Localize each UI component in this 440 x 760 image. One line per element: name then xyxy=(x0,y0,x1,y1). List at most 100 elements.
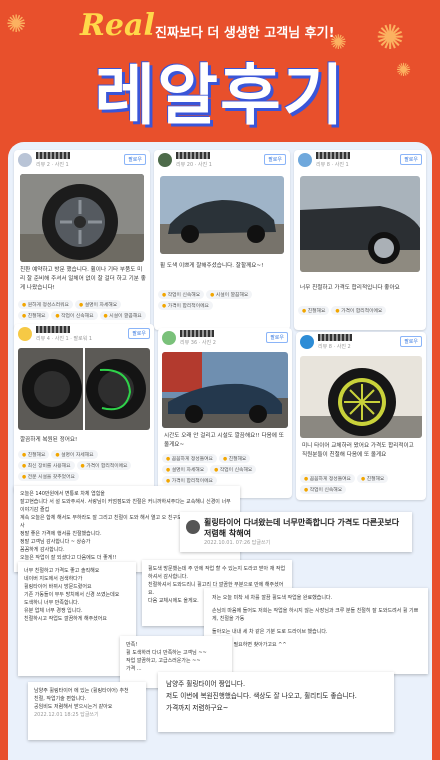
review-text: 휠 도색 이쁘게 잘해주셨습니다. 잘할께요~! xyxy=(160,263,264,269)
review-text: 너무 친절하고 가격도 합리적입니다 좋아요 xyxy=(300,285,400,291)
comment-date: 2022.10.01. 07:26 답글쓰기 xyxy=(204,540,271,546)
review-tag: ● 작업이 신속해요 xyxy=(210,465,257,474)
avatar xyxy=(162,331,176,345)
review-tag: ● 작업이 신속해요 xyxy=(158,290,205,299)
review-photo xyxy=(300,176,420,272)
review-card[interactable]: 리뷰 8 · 사진 2 팔로우 미니 타이어 교체하러 왔어요 가격도 합리적이… xyxy=(296,332,426,500)
real-wordmark: Real xyxy=(80,8,155,43)
follow-button[interactable]: 팔로우 xyxy=(128,328,150,339)
car-image xyxy=(162,352,288,428)
tire-image xyxy=(18,348,150,430)
review-tags: ● 작업이 신속해요 ● 시설이 깔끔해요 ● 가격이 합리적이에요 xyxy=(158,290,288,310)
review-tag: ● 작업이 신속해요 xyxy=(300,485,347,494)
note-line: 작업 깔끔하고, 고급스러운가는 ~~ xyxy=(126,658,201,664)
note-date: 2022.12.01 18:25 답글쓰기 xyxy=(34,712,99,718)
follow-button[interactable]: 팔로우 xyxy=(266,332,288,343)
note-line: 너무 친절하고 가격도 좋고 솔직해요 xyxy=(24,568,100,574)
tire-image xyxy=(20,174,144,262)
note-line: 네이버 지도에서 검색하다가 xyxy=(24,576,83,582)
review-meta: 리뷰 36 · 사진 2 xyxy=(180,340,216,346)
review-tags: ● 원하게 정성스러워요 ● 설명이 자세해요 ● 친절해요 ● 작업이 신속해… xyxy=(18,300,148,320)
review-note: 남양주 휠링타이어 에 있는 (휠링타이어) 추천 친절, 작업기술 편합니다.… xyxy=(28,682,146,740)
avatar xyxy=(158,153,172,167)
avatar xyxy=(298,153,312,167)
note-line: 다음에 또 필요하면 찾아가고요 ^^ xyxy=(212,642,287,648)
review-tag: ● 설명이 자세해요 xyxy=(74,300,122,309)
note-line: 유분 업체 너무 경쟁 입니다. xyxy=(24,608,83,614)
page-title: 레알후기 xyxy=(94,57,346,134)
follow-button[interactable]: 팔로우 xyxy=(400,336,422,347)
note-line: 도색하니 너무 만족합니다. xyxy=(24,600,80,606)
review-tags: ● 꼼꼼하게 정성들여요 ● 친절해요 ● 설명이 자세해요 ● 작업이 신속해… xyxy=(162,454,290,485)
review-card[interactable]: 리뷰 36 · 사진 2 팔로우 시간도 오래 안 걸리고 시설도 깔끔해요!!… xyxy=(158,328,292,498)
review-tag: ● 친절해요 xyxy=(218,454,251,463)
review-tag: ● 설명이 자세해요 xyxy=(51,450,98,459)
review-photo xyxy=(162,352,288,428)
review-tag: ● 꼼꼼하게 정성들여요 xyxy=(300,474,355,483)
review-card[interactable]: 리뷰 2 · 사진 1 팔로우 친환 예약하고 방문 했습니다. 휠이나 기타 … xyxy=(14,150,150,330)
review-tag: ● 설명이 자세해요 xyxy=(162,465,209,474)
review-photo xyxy=(20,174,144,262)
review-tag: ● 친절해요 xyxy=(298,306,330,315)
review-text: 친환 예약하고 방문 했습니다. 휠이나 기타 부품도 미리 잘 준비해 주셔서… xyxy=(20,267,146,291)
username-redacted xyxy=(176,152,210,159)
review-photo xyxy=(18,348,150,430)
header-banner: ✺ ✺ ✺ ✺ Real 진짜보다 더 생생한 고객님 후기! 레알후기 xyxy=(0,0,440,148)
note-line: 저는 오늘 미착 세 차를 깔끔 휠도색 작업을 완료했습니다. xyxy=(212,595,333,601)
car-image xyxy=(300,176,420,272)
username-redacted xyxy=(36,326,70,333)
review-note: 너무 친절하고 가격도 좋고 솔직해요 네이버 지도에서 검색하다가 휠링타이어… xyxy=(18,562,136,676)
note-line: 공임비도 저렴해서 받으시는거 같아요 xyxy=(34,704,113,710)
header-tagline: 진짜보다 더 생생한 고객님 후기! xyxy=(155,26,335,41)
review-photo xyxy=(300,356,422,438)
note-line: 친절, 작업기술 편합니다. xyxy=(34,696,87,702)
username-redacted xyxy=(180,330,214,337)
username-redacted xyxy=(36,152,70,159)
review-tags: ● 친절해요 ● 가격이 합리적이에요 xyxy=(298,306,424,315)
review-tag: ● 꼼꼼하게 정성들여요 xyxy=(162,454,217,463)
comment-note: 휠링타이어 다녀왔는데 너무만족합니다 가격도 다른곳보다저렴해 착해여 202… xyxy=(180,512,412,552)
avatar xyxy=(300,335,314,349)
review-tag: ● 친절해요 xyxy=(356,474,389,483)
tire-image xyxy=(300,356,422,438)
review-card[interactable]: 리뷰 20 · 사진 1 팔로우 휠 도색 이쁘게 잘해주셨습니다. 잘할께요~… xyxy=(154,150,290,330)
review-tag: ● 시설이 깔끔해요 xyxy=(206,290,253,299)
follow-button[interactable]: 팔로우 xyxy=(124,154,146,165)
review-tags: ● 꼼꼼하게 정성들여요 ● 친절해요 ● 작업이 신속해요 xyxy=(300,474,422,494)
review-tag: ● 작업이 신속해요 xyxy=(51,311,98,320)
note-line: 오늘은 140만원에서 변통로 차체 엽힘을 xyxy=(20,491,105,497)
note-line: 휠도색 방문했는데 주 안에 작업 할 수 있는지 도라코 받아 재 작업하셔서… xyxy=(148,566,286,580)
review-photo xyxy=(160,176,284,254)
review-tag: ● 시설이 깔끔해요 xyxy=(99,311,146,320)
note-line: 손님의 마음에 들어도 저희는 작업을 하시지 않는 사장님과 크루 분들 친절… xyxy=(212,608,419,622)
review-meta: 리뷰 8 · 사진 2 xyxy=(318,344,351,350)
review-collage: 리뷰 2 · 사진 1 팔로우 친환 예약하고 방문 했습니다. 휠이나 기타 … xyxy=(8,142,432,760)
avatar xyxy=(18,327,32,341)
review-tags: ● 친절해요 ● 설명이 자세해요 ● 최신 장비를 사용해요 ● 가격이 합리… xyxy=(18,450,152,481)
username-redacted xyxy=(316,152,350,159)
review-note: 저는 오늘 미착 세 차를 깔끔 휠도색 작업을 완료했습니다. 손님의 마음에… xyxy=(204,588,428,674)
comment-text: 휠링타이어 다녀왔는데 너무만족합니다 가격도 다른곳보다저렴해 착해여 xyxy=(204,518,400,538)
review-tag: ● 최신 장비를 사용해요 xyxy=(18,461,75,470)
note-line: 남양주 휠링타이어 에 있는 (휠링타이어) 추천 xyxy=(34,688,129,694)
review-text: 시간도 오래 안 걸리고 시설도 깔끔해요!! 다음에 또 올게요~ xyxy=(164,433,284,448)
review-meta: 리뷰 20 · 사진 1 xyxy=(176,162,212,168)
review-tag: ● 전문 시설을 갖추었어요 xyxy=(18,472,79,481)
note-line: 휠링타이어 바뀌시 방문드렸어요 xyxy=(24,584,92,590)
review-tag: ● 가격이 합리적이에요 xyxy=(158,301,213,310)
review-text: 미니 타이어 교체하러 왔어요 가격도 합리적이고 직원분들이 친절해 다음에 … xyxy=(302,443,414,458)
note-line: 남양주 휠링타이어 짱입니다. xyxy=(166,680,246,688)
note-line: 가격까지 저렴하구요~ xyxy=(166,704,229,712)
follow-button[interactable]: 팔로우 xyxy=(264,154,286,165)
avatar xyxy=(18,153,32,167)
follow-button[interactable]: 팔로우 xyxy=(400,154,422,165)
review-tag: ● 원하게 정성스러워요 xyxy=(18,300,73,309)
review-text: 깔끔하게 복원된 정어요! xyxy=(20,437,78,443)
note-line: 휠 도색하러 다녀 만족하는 고객님 ~~ xyxy=(126,650,207,656)
review-card[interactable]: 리뷰 4 · 사진 1 · 팔로워 1 팔로우 깔끔하게 복원된 정어요! ● … xyxy=(14,324,154,494)
note-line: 돌아오는 내내 세 차 같은 기분 도로 드라이브 했습니다. xyxy=(212,629,328,635)
review-card[interactable]: 리뷰 8 · 사진 1 팔로우 너무 친절하고 가격도 합리적입니다 좋아요 ●… xyxy=(294,150,426,330)
avatar xyxy=(186,520,200,534)
firework-icon: ✺ xyxy=(6,10,27,38)
note-line: 만족! xyxy=(126,642,138,648)
